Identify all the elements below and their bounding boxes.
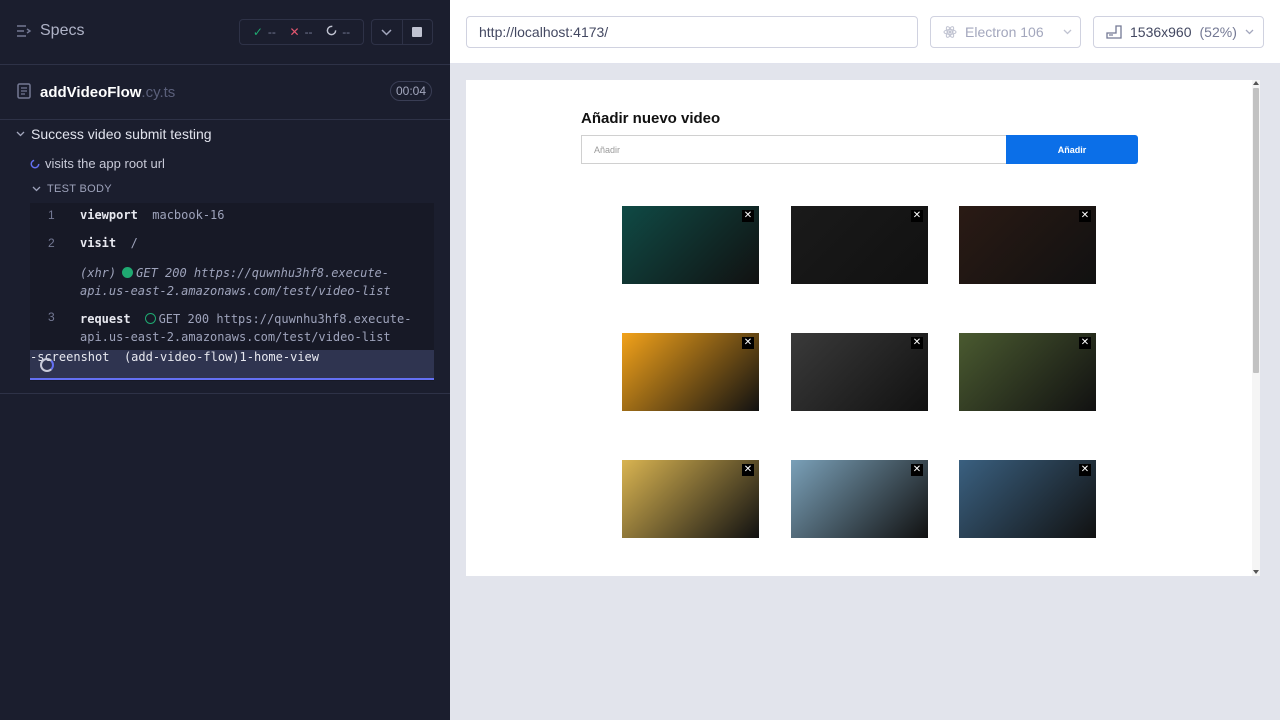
remove-video-close-icon[interactable]: ✕ (911, 464, 923, 476)
remove-video-close-icon[interactable]: ✕ (742, 210, 754, 222)
document-icon (17, 83, 31, 104)
status-dot-icon (122, 267, 134, 278)
electron-icon (943, 26, 957, 38)
loading-spinner-icon (40, 358, 54, 372)
viewport-icon (1106, 25, 1122, 39)
video-thumbnail-image (791, 206, 928, 284)
test-title[interactable]: visits the app root url (30, 156, 165, 171)
reporter-panel: Specs ✓ -- ✕ -- -- addVideoFlow.cy.ts 00:0… (0, 0, 450, 720)
video-thumbnail[interactable]: ✕ (791, 460, 928, 538)
test-stats: ✓ -- ✕ -- -- (239, 19, 364, 45)
video-thumbnail[interactable]: ✕ (791, 206, 928, 284)
command-name: viewport macbook-16 (80, 208, 225, 222)
run-controls (371, 19, 433, 45)
remove-video-close-icon[interactable]: ✕ (1079, 464, 1091, 476)
spec-file-name[interactable]: addVideoFlow.cy.ts (40, 84, 175, 101)
command-name: -screenshot (add-video-flow)1-home-view (30, 350, 320, 364)
video-thumbnail[interactable]: ✕ (959, 206, 1096, 284)
video-thumbnail-image (959, 460, 1096, 538)
divider (0, 393, 450, 394)
page-title: Añadir nuevo video (581, 110, 721, 127)
stop-button[interactable] (403, 20, 433, 44)
x-icon: ✕ (289, 25, 300, 39)
add-video-button[interactable]: Añadir (1006, 135, 1138, 164)
scrollbar-thumb[interactable] (1253, 88, 1259, 373)
xhr-command-row[interactable]: (xhr) GET 200 https://quwnhu3hf8.execute-… (80, 264, 420, 300)
app-preview: http://localhost:4173/ Electron 106 1536… (450, 0, 1280, 720)
video-thumbnail-image (791, 460, 928, 538)
video-thumbnail-image (622, 206, 759, 284)
chevron-down-icon (381, 28, 392, 36)
video-thumbnail[interactable]: ✕ (959, 333, 1096, 411)
expand-dropdown-button[interactable] (372, 20, 403, 44)
specs-toggle-button[interactable]: Specs (16, 22, 84, 40)
scroll-up-arrow-icon[interactable] (1253, 81, 1259, 85)
url-bar[interactable]: http://localhost:4173/ (466, 16, 918, 48)
scrollbar[interactable] (1252, 80, 1260, 576)
pending-stat: -- (326, 25, 350, 39)
scroll-down-arrow-icon[interactable] (1253, 570, 1259, 574)
remove-video-close-icon[interactable]: ✕ (911, 210, 923, 222)
status-ring-icon (144, 313, 156, 324)
app-under-test-frame: Añadir nuevo video Añadir Añadir ✕ ✕ ✕ ✕ ✕ ✕ ✕… (466, 80, 1260, 576)
remove-video-close-icon[interactable]: ✕ (911, 337, 923, 349)
video-thumbnail-image (622, 460, 759, 538)
test-body-toggle[interactable]: TEST BODY (32, 183, 112, 195)
command-log: 1 viewport macbook-16 2 visit / (xhr) GET… (30, 203, 434, 381)
failed-stat: ✕ -- (289, 25, 313, 39)
video-thumbnail[interactable]: ✕ (959, 460, 1096, 538)
video-thumbnail[interactable]: ✕ (622, 206, 759, 284)
spec-duration: 00:04 (390, 81, 432, 101)
video-thumbnail-image (959, 206, 1096, 284)
chevron-down-icon (32, 186, 41, 192)
running-spinner-icon (30, 159, 40, 168)
video-thumbnail[interactable]: ✕ (622, 333, 759, 411)
remove-video-close-icon[interactable]: ✕ (1079, 337, 1091, 349)
specs-list-icon (16, 24, 32, 38)
remove-video-close-icon[interactable]: ✕ (1079, 210, 1091, 222)
suite-title[interactable]: Success video submit testing (16, 126, 212, 142)
browser-selector[interactable]: Electron 106 (930, 16, 1081, 48)
specs-label: Specs (40, 22, 85, 39)
active-command-row[interactable]: -screenshot (add-video-flow)1-home-view (30, 350, 434, 380)
reporter-header: Specs ✓ -- ✕ -- -- (0, 0, 450, 65)
viewport-selector[interactable]: 1536x960 (52%) (1093, 16, 1264, 48)
video-thumbnail[interactable]: ✕ (622, 460, 759, 538)
pending-spinner-icon (326, 25, 337, 39)
request-command[interactable]: request GET 200 https://quwnhu3hf8.execut… (80, 310, 425, 346)
video-thumbnail[interactable]: ✕ (791, 333, 928, 411)
video-url-input[interactable]: Añadir (581, 135, 1007, 164)
video-thumbnail-image (791, 333, 928, 411)
chevron-down-icon (1063, 29, 1072, 35)
remove-video-close-icon[interactable]: ✕ (742, 464, 754, 476)
remove-video-close-icon[interactable]: ✕ (742, 337, 754, 349)
preview-toolbar: http://localhost:4173/ Electron 106 1536… (450, 0, 1280, 64)
chevron-down-icon (1245, 29, 1254, 35)
passed-stat: ✓ -- (252, 25, 276, 39)
video-thumbnail-image (959, 333, 1096, 411)
chevron-down-icon (16, 131, 25, 137)
check-icon: ✓ (252, 25, 263, 39)
stop-icon (412, 27, 423, 37)
spec-file-row: addVideoFlow.cy.ts 00:04 (0, 65, 450, 120)
command-name: visit / (80, 236, 138, 250)
video-thumbnail-image (622, 333, 759, 411)
